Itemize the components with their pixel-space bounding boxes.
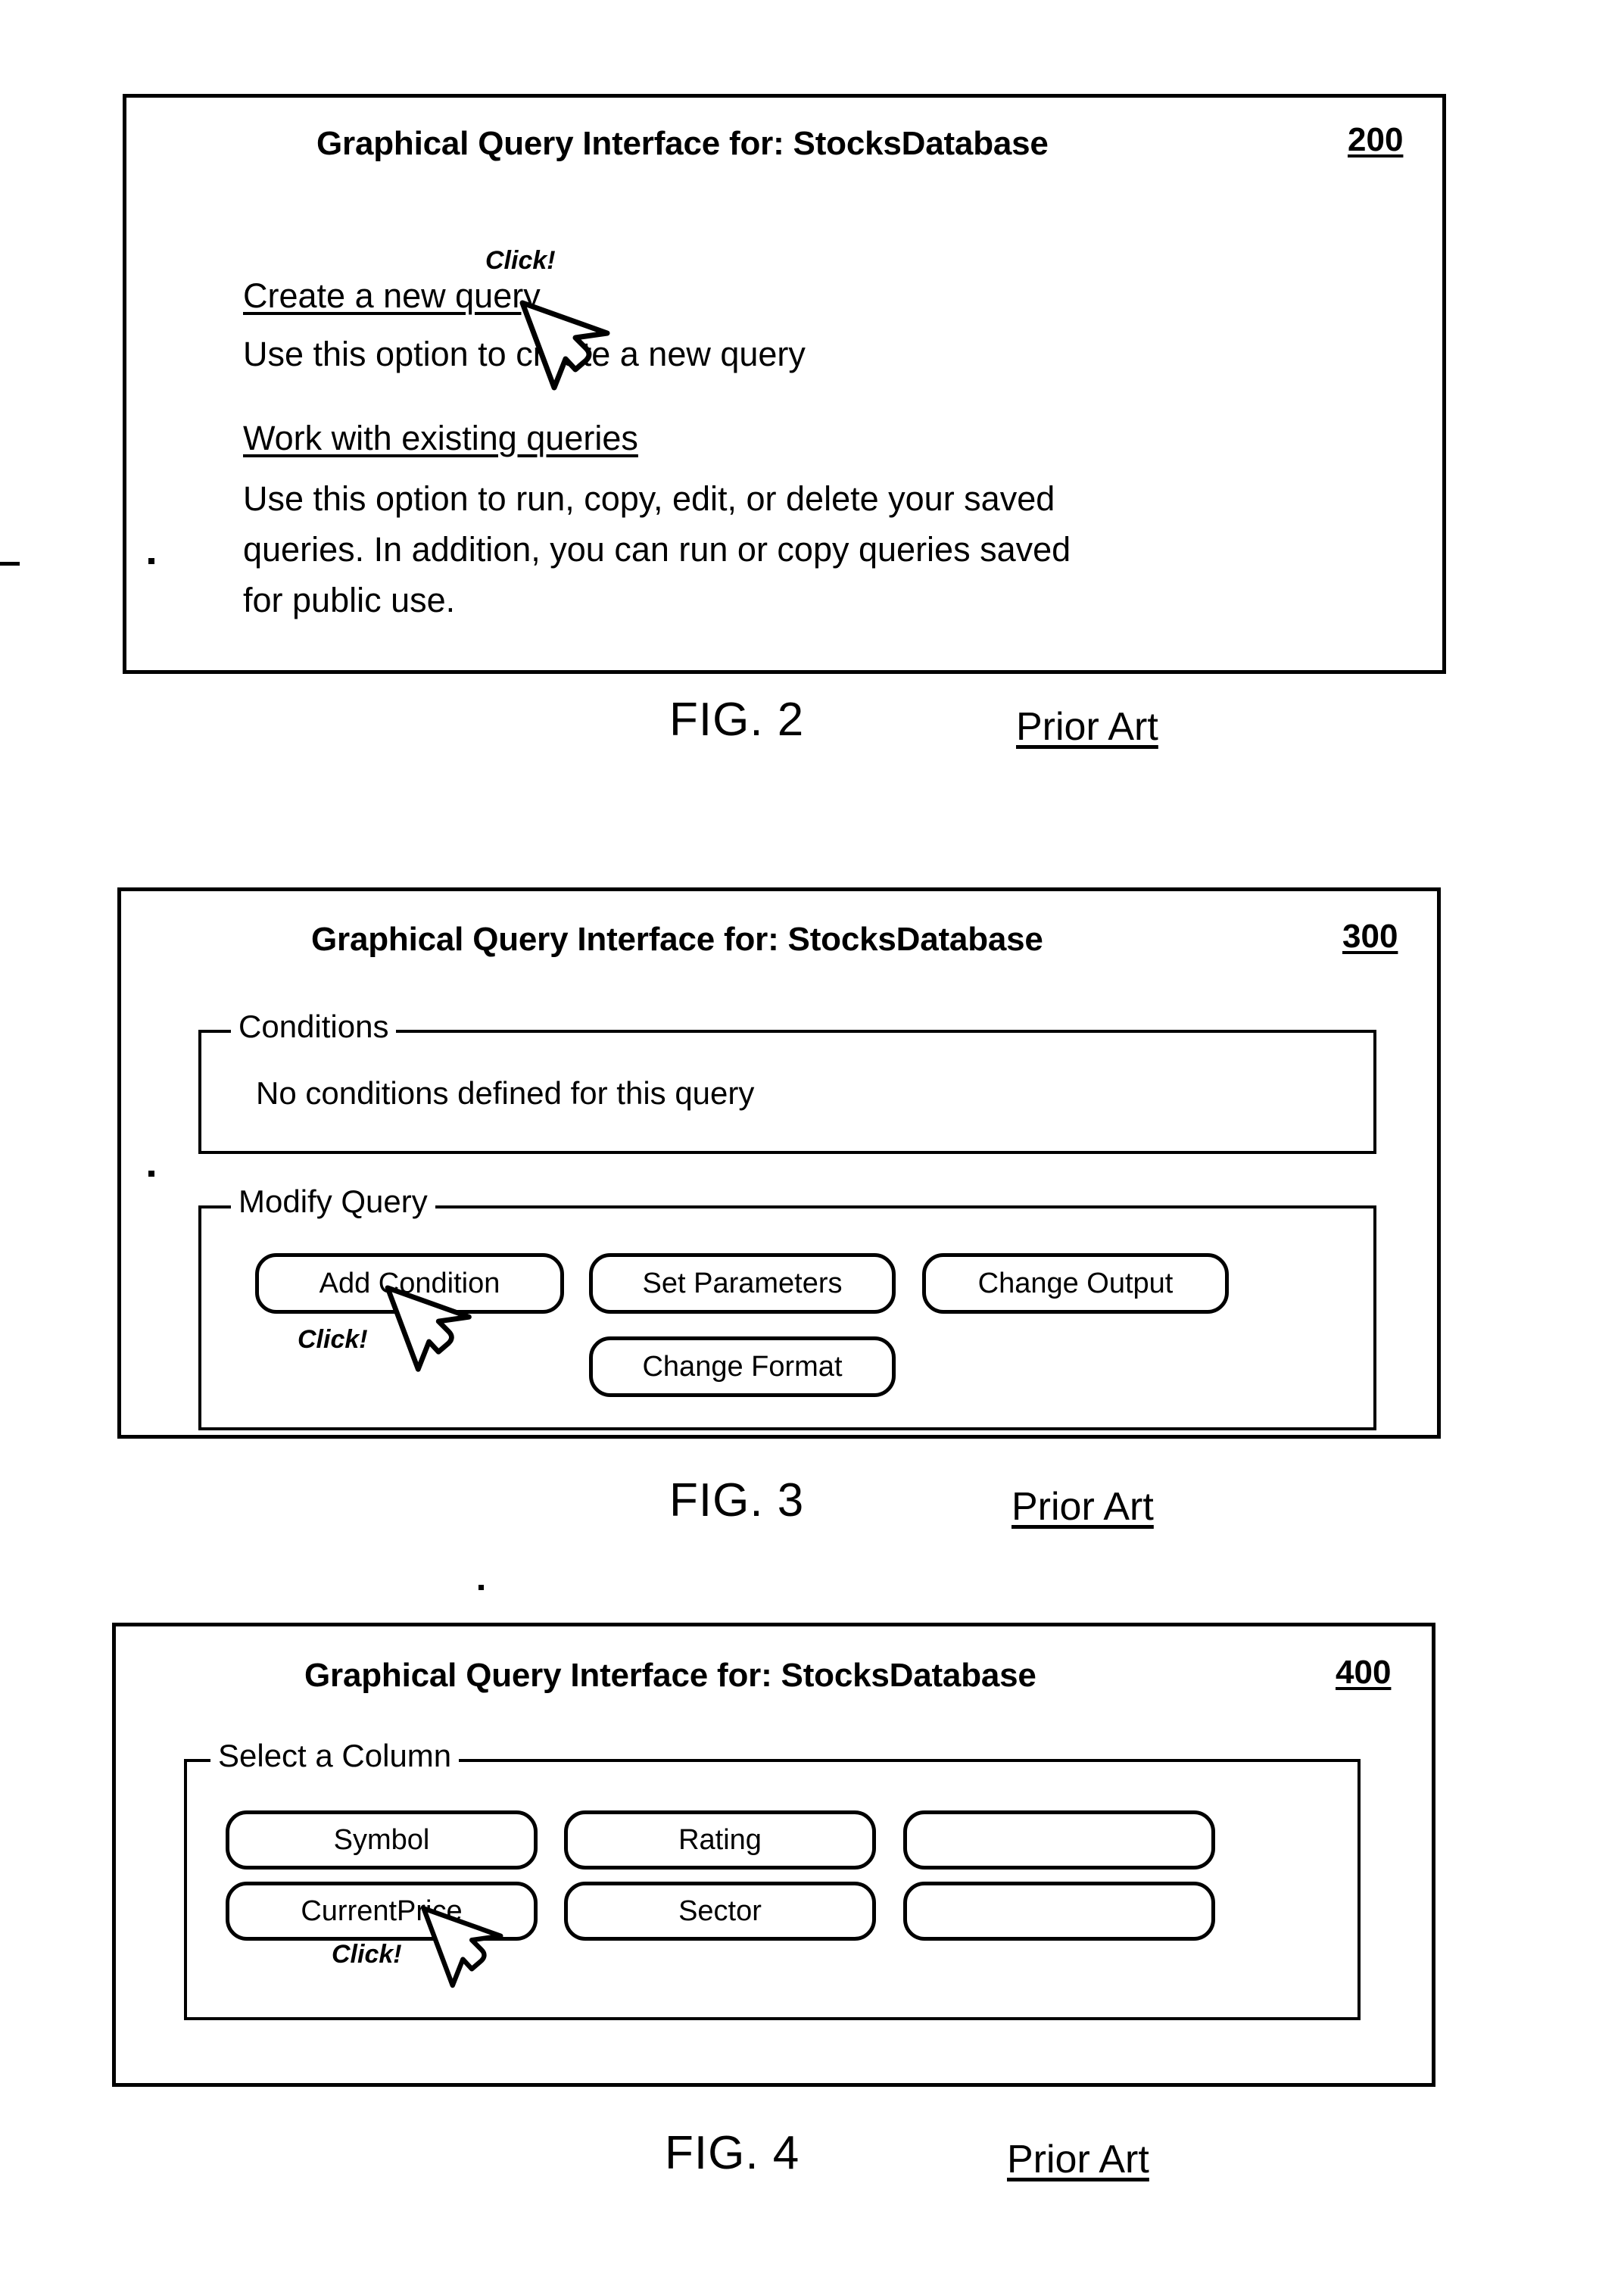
fig4-button-sector[interactable]: Sector [564,1882,876,1941]
fig4-button-symbol[interactable]: Symbol [226,1810,538,1870]
fig4-button-empty-1[interactable] [903,1810,1215,1870]
fig3-window-title: Graphical Query Interface for: StocksDat… [311,921,1043,958]
fig2-window-title: Graphical Query Interface for: StocksDat… [316,125,1049,162]
fig4-button-empty-2[interactable] [903,1882,1215,1941]
fig4-button-rating[interactable]: Rating [564,1810,876,1870]
scan-margin-mark [0,562,20,566]
fig4-click-label: Click! [332,1940,402,1969]
fig3-button-change-format[interactable]: Change Format [589,1336,896,1397]
fig4-button-currentprice[interactable]: CurrentPrice [226,1882,538,1941]
scan-speck [148,1171,154,1177]
fig2-click-label: Click! [485,246,556,275]
fig2-caption: FIG. 2 [669,694,805,746]
fig2-link-work-with-existing-queries[interactable]: Work with existing queries [243,419,638,458]
fig4-reference-numeral: 400 [1336,1654,1392,1691]
fig4-prior-art-label: Prior Art [1007,2138,1149,2181]
fig2-description-line-3: for public use. [243,581,456,619]
fig2-prior-art-label: Prior Art [1016,705,1158,749]
fig3-button-set-parameters[interactable]: Set Parameters [589,1253,896,1314]
fig2-link-create-new-query[interactable]: Create a new query [243,276,541,316]
fig3-conditions-content: No conditions defined for this query [256,1075,755,1111]
fig2-description-create-new-query: Use this option to create a new query [243,335,806,373]
fig2-description-line-2: queries. In addition, you can run or cop… [243,530,1071,569]
fig2-description-line-1: Use this option to run, copy, edit, or d… [243,479,1055,518]
fig3-reference-numeral: 300 [1342,918,1398,955]
scan-speck [478,1585,484,1590]
fig3-caption: FIG. 3 [669,1474,805,1527]
scan-speck [148,558,154,564]
fig3-click-label: Click! [298,1325,368,1354]
fig3-button-add-condition[interactable]: Add Condition [255,1253,564,1314]
fig4-select-column-legend: Select a Column [210,1740,460,1772]
fig3-conditions-legend: Conditions [231,1011,397,1043]
fig3-modify-query-legend: Modify Query [231,1186,435,1218]
fig4-window-title: Graphical Query Interface for: StocksDat… [304,1657,1036,1694]
fig3-prior-art-label: Prior Art [1011,1485,1154,1529]
fig4-caption: FIG. 4 [665,2127,800,2179]
fig3-button-change-output[interactable]: Change Output [922,1253,1229,1314]
fig2-reference-numeral: 200 [1348,121,1404,158]
